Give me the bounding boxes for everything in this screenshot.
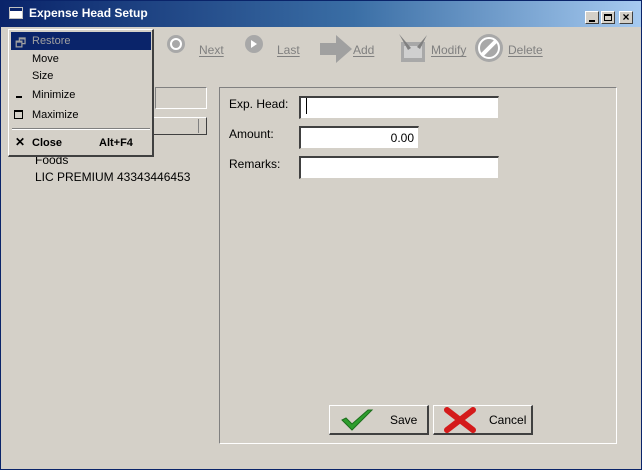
- menu-item-minimize[interactable]: Minimize: [11, 86, 151, 104]
- red-x-icon: [444, 407, 476, 433]
- menu-label-restore: Restore: [32, 35, 71, 47]
- next-label: Next: [199, 43, 224, 57]
- cancel-label: Cancel: [489, 413, 527, 427]
- menu-item-close[interactable]: ✕ Close Alt+F4: [11, 134, 151, 152]
- modify-label: Modify: [431, 43, 467, 57]
- system-menu: 🗗 Restore Move Size Minimize Maximize ✕ …: [8, 29, 154, 157]
- minimize-button[interactable]: [585, 11, 599, 24]
- menu-label-size: Size: [32, 70, 54, 82]
- menu-shortcut-close: Alt+F4: [99, 137, 133, 149]
- menu-label-maximize: Maximize: [32, 109, 79, 121]
- amount-input[interactable]: [299, 126, 419, 149]
- save-label: Save: [390, 413, 418, 427]
- remarks-input[interactable]: [299, 156, 499, 179]
- delete-icon: [475, 34, 503, 62]
- close-x-icon: ✕: [15, 135, 26, 149]
- close-button[interactable]: ×: [619, 10, 633, 24]
- menu-label-move: Move: [32, 53, 59, 65]
- maximize-button[interactable]: [601, 11, 615, 24]
- window-title: Expense Head Setup: [29, 6, 148, 20]
- list-search-field[interactable]: [155, 87, 207, 109]
- text-cursor: [306, 98, 307, 114]
- window-icon[interactable]: [9, 7, 23, 19]
- next-record-icon: [167, 35, 185, 53]
- maximize-icon: [604, 14, 612, 21]
- list-item[interactable]: LIC PREMIUM 43343446453: [35, 170, 190, 184]
- modify-icon: [399, 34, 427, 62]
- menu-item-maximize[interactable]: Maximize: [11, 106, 151, 124]
- delete-label: Delete: [508, 43, 543, 57]
- exp-head-label: Exp. Head:: [229, 97, 289, 111]
- minimize-icon: [589, 20, 595, 22]
- menu-item-restore[interactable]: 🗗 Restore: [11, 32, 151, 50]
- exp-head-input[interactable]: [299, 96, 499, 119]
- last-button[interactable]: Last: [243, 29, 305, 73]
- save-button[interactable]: Save: [329, 405, 429, 435]
- add-label: Add: [353, 43, 375, 57]
- title-bar[interactable]: Expense Head Setup ×: [1, 1, 641, 27]
- menu-item-move[interactable]: Move: [11, 50, 151, 68]
- checkmark-icon: [341, 409, 374, 431]
- maximize-icon: [14, 110, 23, 119]
- add-button[interactable]: Add: [319, 29, 381, 73]
- amount-label: Amount:: [229, 127, 274, 141]
- delete-button[interactable]: Delete: [473, 29, 547, 73]
- modify-button[interactable]: Modify: [397, 29, 471, 73]
- menu-separator: [12, 128, 150, 130]
- cancel-button[interactable]: Cancel: [433, 405, 533, 435]
- last-record-icon: [245, 35, 263, 53]
- column-separator[interactable]: [198, 119, 199, 133]
- menu-label-minimize: Minimize: [32, 89, 76, 101]
- menu-item-size[interactable]: Size: [11, 67, 151, 85]
- close-icon: ×: [622, 10, 630, 24]
- minimize-icon: [16, 96, 22, 98]
- next-button[interactable]: Next: [165, 29, 227, 73]
- last-label: Last: [277, 43, 300, 57]
- list-column-header[interactable]: [151, 117, 207, 135]
- menu-label-close: Close: [32, 137, 62, 149]
- remarks-label: Remarks:: [229, 157, 281, 171]
- add-arrow-icon: [320, 35, 352, 63]
